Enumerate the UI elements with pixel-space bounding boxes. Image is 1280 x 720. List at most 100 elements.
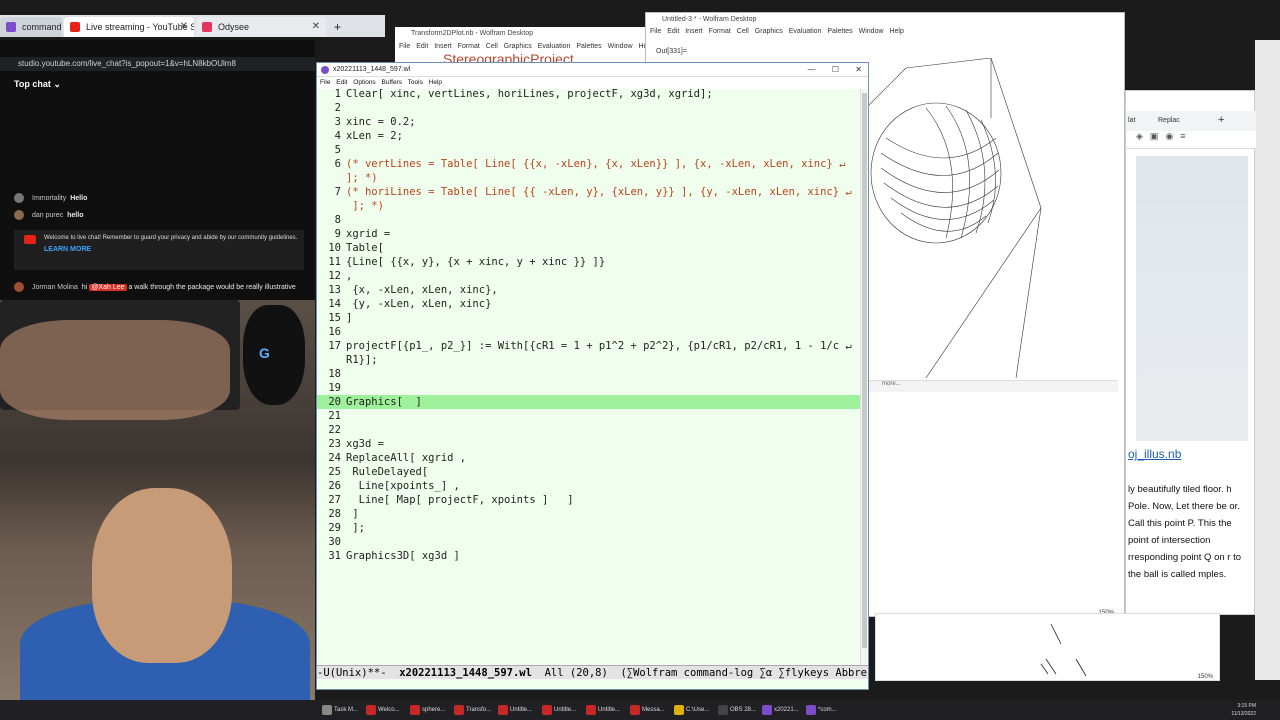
- code-line[interactable]: 5: [317, 143, 860, 157]
- browser-tab-youtube-studio[interactable]: Live streaming - YouTube Studio ✕: [64, 17, 194, 37]
- taskbar-item[interactable]: OBS 28...: [716, 702, 758, 718]
- code-line[interactable]: 23 xg3d =: [317, 437, 860, 451]
- browser-toolbar[interactable]: ◈▣◉≡: [1126, 131, 1256, 149]
- tab-label[interactable]: Replac: [1158, 117, 1180, 124]
- line-number: 15: [328, 312, 341, 324]
- code-line[interactable]: 24 ReplaceAll[ xgrid ,: [317, 451, 860, 465]
- code-line[interactable]: 4 xLen = 2;: [317, 129, 860, 143]
- code-line[interactable]: 18: [317, 367, 860, 381]
- taskbar-item[interactable]: Untitle...: [496, 702, 538, 718]
- plot-toolbar[interactable]: more...: [868, 380, 1118, 392]
- taskbar-item[interactable]: sphere...: [408, 702, 450, 718]
- app-icon: [630, 705, 640, 715]
- line-text: xgrid =: [346, 228, 391, 240]
- code-line[interactable]: ]; *): [317, 171, 860, 185]
- article-paragraph: ly beautifully tiled floor. h Pole. Now,…: [1128, 484, 1242, 580]
- browser-tab-odysee[interactable]: Odysee ✕: [196, 17, 326, 37]
- code-line[interactable]: 9 xgrid =: [317, 227, 860, 241]
- line-text: {y, -xLen, xLen, xinc}: [346, 298, 492, 310]
- code-line[interactable]: 11 {Line[ {{x, y}, {x + xinc, y + xinc }}…: [317, 255, 860, 269]
- code-line[interactable]: 31 Graphics3D[ xg3d ]: [317, 549, 860, 563]
- code-line[interactable]: R1}];: [317, 353, 860, 367]
- code-line[interactable]: 2: [317, 101, 860, 115]
- code-line[interactable]: 1 Clear[ xinc, vertLines, horiLines, proj…: [317, 87, 860, 101]
- code-line[interactable]: 7 (* horiLines = Table[ Line[ {{ -xLen, y…: [317, 185, 860, 199]
- code-line[interactable]: 27 Line[ Map[ projectF, xpoints ] ]: [317, 493, 860, 507]
- chat-text: Hello: [70, 194, 88, 202]
- code-line[interactable]: 6 (* vertLines = Table[ Line[ {{x, -xLen}…: [317, 157, 860, 171]
- menu-icon[interactable]: ≡: [1180, 131, 1192, 141]
- taskbar-item[interactable]: Transfo...: [452, 702, 494, 718]
- code-line[interactable]: 26 Line[xpoints_] ,: [317, 479, 860, 493]
- taskbar-item[interactable]: x20221...: [760, 702, 802, 718]
- profile-icon[interactable]: ◉: [1165, 131, 1180, 141]
- menu-bar[interactable]: File Edit Insert Format Cell Graphics Ev…: [650, 28, 904, 35]
- taskbar-label: Untitle...: [598, 707, 621, 713]
- code-line[interactable]: 19: [317, 381, 860, 395]
- avatar: [14, 282, 24, 292]
- code-line[interactable]: 17 projectF[{p1_, p2_}] := With[{cR1 = 1 …: [317, 339, 860, 353]
- code-line[interactable]: 8: [317, 213, 860, 227]
- window-controls[interactable]: — ☐ ✕: [808, 63, 862, 77]
- code-line[interactable]: 15]: [317, 311, 860, 325]
- zoom-level[interactable]: 150%: [1198, 674, 1213, 680]
- notebook-link[interactable]: oj_illus.nb: [1128, 447, 1181, 461]
- right-browser-window[interactable]: lat Replac + ◈▣◉≡ oj_illus.nb ly beautif…: [1125, 90, 1256, 615]
- code-line[interactable]: 21: [317, 409, 860, 423]
- extension-icon[interactable]: ▣: [1150, 131, 1166, 141]
- code-line[interactable]: 12,: [317, 269, 860, 283]
- sphere-grid-lines: [925, 105, 996, 239]
- mouse-image: G: [243, 305, 305, 405]
- code-line[interactable]: 30: [317, 535, 860, 549]
- line-text: (* horiLines = Table[ Line[ {{ -xLen, y}…: [346, 186, 852, 198]
- code-editor[interactable]: 1 Clear[ xinc, vertLines, horiLines, proj…: [317, 87, 860, 665]
- taskbar-item[interactable]: Untitle...: [584, 702, 626, 718]
- taskbar-item[interactable]: Untitle...: [540, 702, 582, 718]
- avatar: [14, 193, 24, 203]
- code-line[interactable]: 22: [317, 423, 860, 437]
- chat-url-bar[interactable]: studio.youtube.com/live_chat?is_popout=1…: [0, 57, 315, 71]
- code-line[interactable]: 13 {x, -xLen, xLen, xinc},: [317, 283, 860, 297]
- chat-header[interactable]: Top chat ⌄: [14, 79, 61, 90]
- taskbar: Task M... Welco... sphere... Transfo... Unti…: [0, 700, 1280, 720]
- taskbar-item[interactable]: Task M...: [320, 702, 362, 718]
- person-image: [92, 488, 232, 663]
- window-titlebar[interactable]: x20221113_1448_597.wl — ☐ ✕: [317, 63, 868, 77]
- taskbar-item[interactable]: *com...: [804, 702, 846, 718]
- close-icon[interactable]: ✕: [312, 17, 320, 37]
- taskbar-item[interactable]: C:\Use...: [672, 702, 714, 718]
- graphics3d-plot[interactable]: [866, 58, 1116, 378]
- code-line[interactable]: 14 {y, -xLen, xLen, xinc}: [317, 297, 860, 311]
- taskbar-item[interactable]: Welco...: [364, 702, 406, 718]
- code-line[interactable]: 28 ]: [317, 507, 860, 521]
- taskbar-item[interactable]: Messa...: [628, 702, 670, 718]
- more-button[interactable]: more...: [882, 381, 901, 387]
- code-line[interactable]: 3 xinc = 0.2;: [317, 115, 860, 129]
- code-line[interactable]: ]; *): [317, 199, 860, 213]
- mode-line: -U(Unix)**- x20221113_1448_597.wl All (2…: [317, 665, 868, 679]
- app-icon: [718, 705, 728, 715]
- new-tab-button[interactable]: +: [1218, 114, 1224, 126]
- learn-more-link[interactable]: LEARN MORE: [44, 246, 298, 254]
- code-line-current[interactable]: 20 Graphics[ ]: [317, 395, 860, 409]
- code-line[interactable]: 25 RuleDelayed[: [317, 465, 860, 479]
- close-icon[interactable]: ✕: [180, 17, 188, 37]
- line-text: {x, -xLen, xLen, xinc},: [346, 284, 498, 296]
- plot-preview-panel: 150%: [875, 613, 1220, 681]
- code-line[interactable]: 29 ];: [317, 521, 860, 535]
- emacs-window[interactable]: x20221113_1448_597.wl — ☐ ✕ File Edit Op…: [316, 62, 869, 690]
- line-text: ]; *): [346, 200, 384, 212]
- mathematica-notebook-window[interactable]: Transform2DPlot.nb - Wolfram Desktop Fil…: [395, 27, 653, 67]
- modeline-status: -U(Unix)**-: [317, 667, 400, 679]
- system-tray[interactable]: 3:15 PM 11/13/2022: [1231, 702, 1256, 718]
- new-tab-button[interactable]: +: [330, 17, 350, 37]
- browser-tab-command[interactable]: command: [0, 17, 62, 37]
- scrollbar[interactable]: [860, 89, 867, 665]
- shield-icon[interactable]: ◈: [1136, 131, 1150, 141]
- line-number: 4: [334, 130, 341, 142]
- line-text: ];: [346, 522, 365, 534]
- code-line[interactable]: 10 Table[: [317, 241, 860, 255]
- scrollbar-thumb[interactable]: [862, 93, 867, 648]
- code-line[interactable]: 16: [317, 325, 860, 339]
- menu-bar[interactable]: File Edit Insert Format Cell Graphics Ev…: [399, 43, 653, 50]
